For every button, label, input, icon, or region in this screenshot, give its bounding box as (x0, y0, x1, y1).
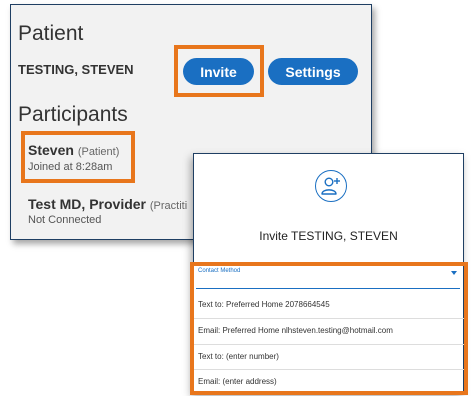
option-divider (194, 344, 464, 345)
participants-heading: Participants (18, 103, 128, 126)
patient-name: TESTING, STEVEN (18, 62, 134, 77)
contact-option[interactable]: Text to: (enter number) (198, 352, 279, 361)
option-divider (194, 318, 464, 319)
participant-status: Joined at 8:28am (28, 161, 113, 173)
chevron-down-icon[interactable] (451, 271, 457, 275)
contact-option[interactable]: Text to: Preferred Home 2078664545 (198, 300, 330, 309)
contact-option[interactable]: Email: (enter address) (198, 377, 277, 386)
participant-name: Test MD, Provider (28, 196, 146, 212)
contact-method-select-underline (196, 288, 460, 289)
patient-heading: Patient (18, 22, 84, 45)
participant-role: (Practiti (149, 200, 188, 212)
participant-item: Steven (Patient) (28, 142, 119, 158)
add-person-icon-glyph (321, 177, 340, 195)
contact-option[interactable]: Email: Preferred Home nlhsteven.testing@… (198, 326, 393, 335)
settings-button[interactable]: Settings (268, 58, 358, 85)
participant-status: Not Connected (28, 214, 102, 226)
dialog-title: Invite TESTING, STEVEN (259, 229, 398, 243)
option-divider (194, 369, 464, 370)
participant-name: Steven (28, 142, 74, 158)
add-person-icon (315, 170, 347, 202)
participant-item: Test MD, Provider (Practiti (28, 196, 187, 212)
contact-method-label[interactable]: Contact Method (198, 268, 240, 274)
invite-button[interactable]: Invite (183, 58, 254, 85)
participant-role: (Patient) (77, 146, 120, 158)
